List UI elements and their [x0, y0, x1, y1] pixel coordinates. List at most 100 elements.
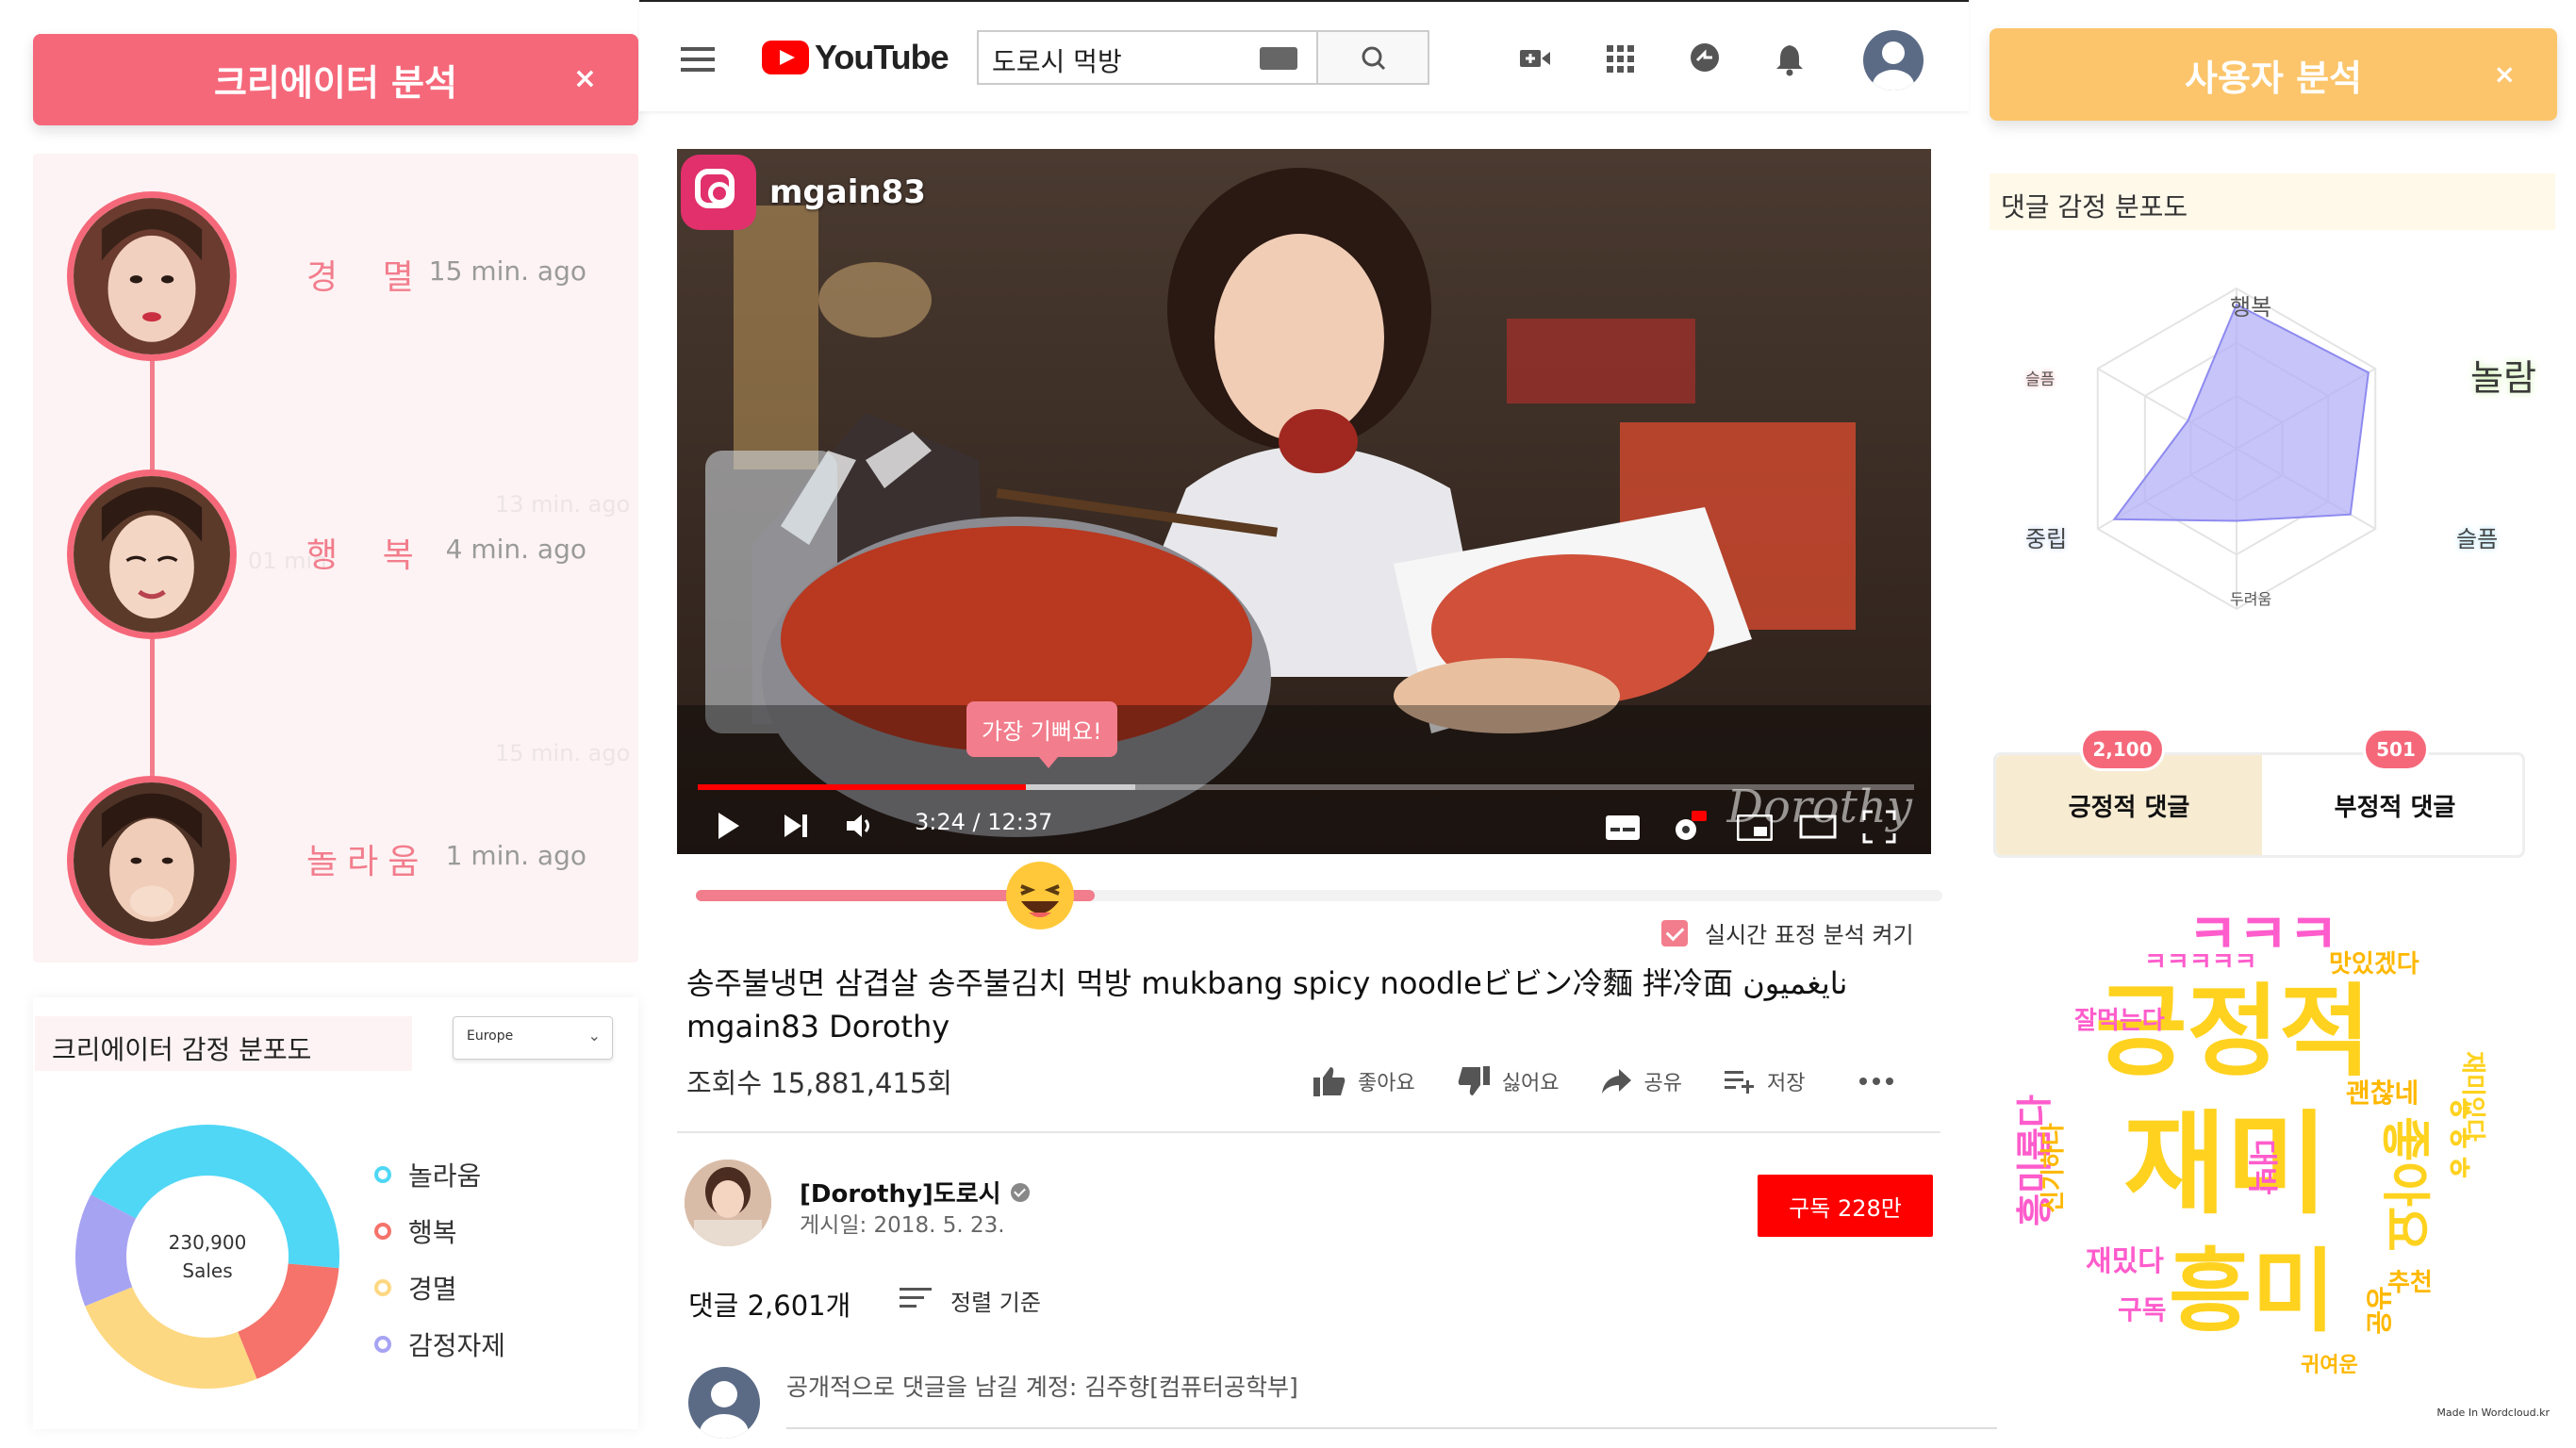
volume-icon[interactable]: [845, 811, 877, 841]
legend-label: 행복: [408, 1217, 457, 1248]
radar-label-neutral: 중립: [2025, 526, 2068, 552]
apps-grid-icon[interactable]: [1601, 40, 1639, 77]
distribution-title: 크리에이터 감정 분포도: [35, 1016, 412, 1071]
sort-label: 정렬 기준: [950, 1290, 1041, 1316]
comment-input[interactable]: 공개적으로 댓글을 남길 계정: 김주향[컴퓨터공학부]: [786, 1369, 1997, 1429]
timeline-emotion: 행 복: [306, 536, 431, 575]
menu-icon[interactable]: [681, 47, 715, 78]
wordcloud-word: 귀여운: [2301, 1354, 2358, 1377]
timeline-emotion: 놀라움: [306, 843, 429, 881]
like-button[interactable]: 좋아요: [1313, 1065, 1415, 1097]
emotion-timeline: 13 min. ago 01 min. 15 min. ago 경 멸 15 m…: [33, 154, 638, 963]
video-title: 송주불냉면 삼겹살 송주불김치 먹방 mukbang spicy noodleビ…: [686, 965, 1848, 1045]
instagram-handle: mgain83: [769, 173, 926, 211]
wordcloud-word: 좋아요: [2375, 1116, 2433, 1252]
creator-analysis-header: 크리에이터 분석 ×: [33, 34, 638, 125]
close-icon[interactable]: ×: [2494, 58, 2516, 90]
like-label: 좋아요: [1358, 1072, 1415, 1095]
more-options-button[interactable]: [1858, 1076, 1907, 1087]
publish-date: 게시일: 2018. 5. 23.: [800, 1213, 1005, 1238]
user-analysis-header: 사용자 분석 ×: [1990, 28, 2557, 121]
wordcloud-credit: Made In Wordcloud.kr: [2436, 1407, 2550, 1419]
play-icon[interactable]: [711, 809, 745, 843]
wordcloud-word: 재미: [2123, 1099, 2329, 1229]
realtime-checkbox[interactable]: [1661, 919, 1688, 946]
user-avatar[interactable]: [1863, 30, 1924, 90]
share-button[interactable]: 공유: [1600, 1066, 1682, 1096]
wordcloud-word: 재미있다: [2457, 1051, 2486, 1142]
channel-name-text: [Dorothy]도로시: [800, 1180, 1001, 1209]
legend-item[interactable]: 놀라움: [374, 1146, 505, 1203]
thumbs-up-icon: [1313, 1067, 1346, 1096]
playlist-add-icon: [1724, 1071, 1754, 1094]
sort-button[interactable]: 정렬 기준: [900, 1284, 1041, 1317]
sort-icon: [900, 1288, 932, 1313]
more-horizontal-icon: [1859, 1078, 1894, 1085]
radar-chart: 행복 놀람 슬픔 두려움 중립 슬픔: [2008, 273, 2536, 716]
channel-name[interactable]: [Dorothy]도로시: [800, 1175, 1030, 1209]
user-analysis-title: 사용자 분석: [2184, 57, 2363, 99]
messages-icon[interactable]: [1686, 40, 1724, 77]
timeline-item[interactable]: 놀라움 1 min. ago: [33, 776, 638, 946]
close-icon[interactable]: ×: [573, 62, 597, 95]
legend-item[interactable]: 감정자제: [374, 1316, 505, 1373]
channel-watermark: Dorothy: [1726, 781, 1912, 833]
donut-chart: 230,900 Sales: [61, 1111, 354, 1403]
legend-dot-icon: [374, 1223, 391, 1240]
face-image: [74, 476, 230, 633]
radar-label-sadness: 슬픔: [2456, 526, 2499, 552]
radar-svg: [2096, 287, 2377, 611]
wordcloud-word: ㅋㅋㅋㅋㅋ: [2144, 948, 2257, 977]
dislike-button[interactable]: 싫어요: [1457, 1065, 1560, 1097]
user-silhouette-icon: [1873, 41, 1914, 90]
radar-label-fear: 두려움: [2230, 590, 2272, 608]
legend-label: 감정자제: [408, 1330, 506, 1361]
radar-label-sadness-2: 슬픔: [2025, 370, 2056, 389]
wordcloud-word: 대박: [2244, 1139, 2281, 1195]
comment-count: 댓글 2,601개: [688, 1290, 851, 1322]
legend-item[interactable]: 경멸: [374, 1259, 505, 1316]
search-button[interactable]: [1316, 30, 1429, 85]
timeline-item[interactable]: 행 복 4 min. ago: [33, 469, 638, 639]
subtitles-icon[interactable]: [1605, 814, 1641, 841]
youtube-topbar: YouTube 도로시 먹방: [639, 0, 1969, 111]
laughing-emoji-icon[interactable]: [1004, 860, 1076, 931]
thumbs-down-icon: [1458, 1066, 1490, 1095]
legend-label: 놀라움: [408, 1160, 482, 1192]
region-select[interactable]: Europe ⌄: [453, 1016, 613, 1060]
creator-face-avatar: [67, 776, 237, 946]
donut-center-label: Sales: [182, 1259, 233, 1282]
video-time: 3:24 / 12:37: [915, 809, 1053, 835]
timeline-item[interactable]: 경 멸 15 min. ago: [33, 191, 638, 361]
channel-avatar[interactable]: [685, 1160, 771, 1246]
wordcloud-word: 구독: [2118, 1294, 2167, 1325]
save-button[interactable]: 저장: [1724, 1066, 1805, 1096]
radar-label-happiness: 행복: [2230, 294, 2272, 321]
timeline-ghost-text: 15 min. ago: [495, 740, 631, 766]
creator-analysis-panel: 크리에이터 분석 × 13 min. ago 01 min. 15 min. a…: [0, 0, 641, 1448]
video-camera-icon[interactable]: [1516, 40, 1554, 77]
legend-dot-icon: [374, 1166, 391, 1183]
subscribe-button[interactable]: 구독 228만: [1758, 1175, 1933, 1237]
realtime-analysis-toggle[interactable]: 실시간 표정 분석 켜기: [1661, 916, 1914, 949]
dislike-label: 싫어요: [1501, 1072, 1560, 1095]
legend-item[interactable]: 행복: [374, 1203, 505, 1259]
share-label: 공유: [1643, 1072, 1682, 1095]
video-actions: 좋아요 싫어요 공유 저장: [1313, 1065, 1948, 1097]
video-player[interactable]: mgain83 가장 기뻐요! 3:24 / 12:37 Dorothy: [677, 149, 1931, 854]
settings-gear-icon[interactable]: [1669, 809, 1707, 847]
save-label: 저장: [1766, 1072, 1806, 1095]
youtube-logo[interactable]: YouTube: [762, 38, 949, 77]
creator-face-avatar: [67, 191, 237, 361]
youtube-logo-text: YouTube: [815, 38, 949, 76]
next-icon[interactable]: [781, 811, 811, 841]
positive-count-badge: 2,100: [2080, 728, 2165, 771]
wordcloud-word: 괜찮네: [2346, 1078, 2419, 1109]
legend-label: 경멸: [408, 1274, 457, 1305]
timeline-time: 1 min. ago: [445, 840, 586, 871]
bell-icon[interactable]: [1771, 40, 1808, 77]
youtube-play-icon: [762, 41, 809, 74]
wordcloud-word: 신기하다: [2039, 1123, 2068, 1213]
keyboard-icon[interactable]: [1260, 47, 1297, 70]
emotion-slider-track[interactable]: [696, 890, 1942, 901]
